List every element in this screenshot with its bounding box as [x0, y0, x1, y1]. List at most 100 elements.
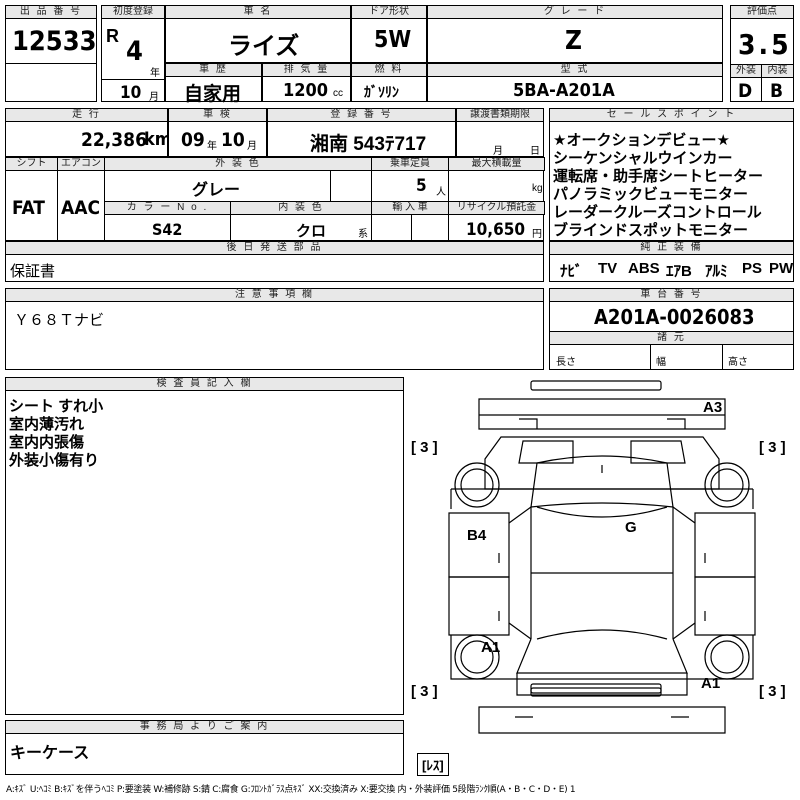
inspection-label: 車 検 [168, 108, 267, 122]
max-load-label: 最大積載量 [448, 157, 545, 171]
specs-label: 諸 元 [549, 331, 794, 345]
equipment-item: ABS [628, 260, 660, 277]
inspection-month: 10 [221, 129, 245, 151]
displacement: 1200 [283, 80, 329, 101]
office-label: 事 務 局 よ り ご 案 内 [5, 720, 404, 734]
equipment-item: PW [769, 260, 794, 277]
registration-label: 登 録 番 号 [267, 108, 456, 122]
year-unit: 年 [150, 68, 160, 79]
equipment-box: 純 正 装 備 ﾅﾋﾞ TV ABS ｴｱB ｱﾙﾐ PS PW [549, 241, 794, 282]
capacity-unit: 人 [436, 187, 446, 198]
transfer-label: 譲渡書類期限 [456, 108, 544, 122]
history-box: 車 歴 自家用 [165, 63, 262, 105]
mark-glass: G [625, 519, 637, 536]
displacement-label: 排 気 量 [262, 63, 351, 77]
int-color-label: 内 装 色 [230, 201, 372, 215]
ext-color-label: 外 装 色 [104, 157, 372, 171]
month-unit: 月 [149, 92, 159, 103]
inspector-label: 検 査 員 記 入 欄 [5, 377, 404, 391]
mark-rear-panel: A3 [703, 399, 723, 416]
door-box: ドア形状 5W [351, 5, 427, 63]
max-load-unit: kg [532, 183, 543, 194]
inspection-year-unit: 年 [207, 141, 217, 152]
inspector-box: 検 査 員 記 入 欄 シート すれ小 室内薄汚れ 室内内張傷 外装小傷有り [5, 377, 404, 715]
car-name: ライズ [228, 33, 300, 60]
aircon: AAC [61, 197, 101, 219]
reg-year: 4 [126, 36, 143, 67]
equipment-item: ﾅﾋﾞ [560, 263, 583, 280]
recycle-fee: 10,650 [466, 220, 526, 240]
lot-number-label: 出 品 番 号 [5, 5, 97, 19]
recycle-unit: 円 [532, 229, 542, 240]
notes-box: 注 意 事 項 欄 Ｙ６８Ｔナビ [5, 288, 544, 370]
spare-tire: [ﾚｽ] [417, 753, 449, 776]
mark-left-door: B4 [467, 527, 487, 544]
capacity-label: 乗車定員 [371, 157, 449, 171]
model: 5BA-A201A [513, 80, 615, 101]
model-label: 型 式 [427, 63, 723, 77]
first-registration-label: 初度登録 [101, 5, 165, 19]
displacement-box: 排 気 量 1200 cc [262, 63, 351, 102]
fuel-box: 燃 料 ｶﾞｿﾘﾝ [351, 63, 427, 102]
door-label: ドア形状 [351, 5, 427, 19]
mark-left-front: A1 [481, 639, 501, 656]
interior-label: 内装 [761, 64, 794, 78]
color-no: S42 [152, 220, 183, 239]
lot-number-box: 出 品 番 号 12533 [5, 5, 97, 102]
mark-right-front: A1 [701, 675, 721, 692]
grade: Z [565, 26, 582, 56]
spec-height: 高さ [728, 357, 748, 368]
tire-rear-right: [ 3 ] [759, 439, 786, 456]
car-outline-diagram [448, 380, 756, 734]
reg-month: 10 [120, 83, 142, 103]
sales-point: ブラインドスポットモニター [553, 222, 749, 239]
inspector-note: 外装小傷有り [9, 452, 100, 469]
ext-color: グレー [192, 182, 241, 199]
transfer-day: 日 [530, 146, 540, 157]
registration-number: 湘南 543ﾃ717 [310, 134, 427, 155]
equipment-item: PS [742, 260, 763, 277]
capacity: 5 [416, 176, 427, 196]
int-color-unit: 系 [358, 229, 368, 240]
transfer-box: 譲渡書類期限 月 日 [456, 108, 544, 157]
mileage-box: 走 行 22,386 km [5, 108, 172, 157]
lot-number: 12533 [12, 26, 97, 57]
score-label: 評価点 [730, 5, 794, 19]
inspection-year: 09 [181, 129, 205, 151]
grade-box: グ レ ー ド Z [427, 5, 723, 63]
chassis-box: 車 台 番 号 A201A-0026083 諸 元 長さ 幅 高さ [549, 288, 794, 370]
spec-width: 幅 [656, 357, 666, 368]
grade-label: グ レ ー ド [427, 5, 723, 19]
equipment-label: 純 正 装 備 [549, 241, 794, 255]
tire-rear-left: [ 3 ] [411, 439, 438, 456]
spec-grid: シフト エアコン 外 装 色 乗車定員 最大積載量 カ ラ ー N o . 内 … [5, 157, 545, 241]
inspection-box: 車 検 09 年 10 月 [168, 108, 267, 157]
car-name-label: 車 名 [165, 5, 351, 19]
history: 自家用 [184, 84, 242, 105]
fuel: ｶﾞｿﾘﾝ [364, 84, 399, 100]
office-note: キーケース [10, 745, 90, 762]
mileage: 22,386 [81, 129, 147, 151]
model-box: 型 式 5BA-A201A [427, 63, 723, 102]
equipment-item: ｴｱB [666, 263, 692, 280]
int-color: クロ [296, 223, 327, 240]
door-type: 5W [374, 27, 412, 53]
interior-grade: B [770, 80, 784, 102]
history-label: 車 歴 [165, 63, 262, 77]
exterior-label: 外装 [730, 64, 762, 78]
chassis-number: A201A-0026083 [594, 305, 755, 329]
exterior-grade: D [738, 80, 753, 102]
score-box: 評価点 3.5 外装 内装 D B [730, 5, 794, 102]
office-box: 事 務 局 よ り ご 案 内 キーケース [5, 720, 404, 775]
notes: Ｙ６８Ｔナビ [14, 312, 105, 329]
score: 3.5 [738, 28, 792, 61]
registration-box: 登 録 番 号 湘南 543ﾃ717 [267, 108, 456, 157]
displacement-unit: cc [333, 88, 343, 99]
inspection-month-unit: 月 [247, 141, 257, 152]
aircon-label: エアコン [57, 157, 105, 171]
era: R [106, 26, 119, 46]
import-label: 輸 入 車 [371, 201, 449, 215]
equipment-item: ｱﾙﾐ [705, 263, 728, 280]
fuel-label: 燃 料 [351, 63, 427, 77]
equipment-item: TV [598, 260, 618, 277]
